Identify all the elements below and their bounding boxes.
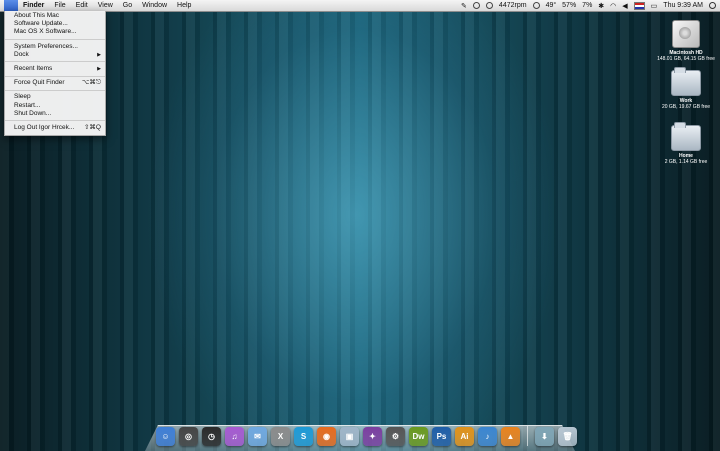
menu-go[interactable]: Go	[118, 0, 137, 11]
menu-item-label: Mac OS X Software...	[14, 28, 77, 36]
menu-item-label: Dock	[14, 50, 29, 58]
desktop-icon-work[interactable]: Work 20 GB, 19.67 GB free	[656, 67, 716, 110]
menu-help[interactable]: Help	[172, 0, 196, 11]
clock[interactable]: Thu 9:39 AM	[663, 2, 703, 9]
dreamweaver-icon[interactable]: Dw	[409, 427, 428, 446]
hard-drive-icon	[672, 20, 700, 48]
menu-item-label: Log Out Igor Hrcek...	[14, 123, 75, 131]
menu-item-recent-items[interactable]: Recent Items ▶	[5, 65, 105, 73]
cube-icon[interactable]: ▣	[340, 427, 359, 446]
menu-item-about-this-mac[interactable]: About This Mac	[5, 12, 105, 20]
downloads-stack-icon[interactable]: ⬇	[535, 427, 554, 446]
clock-icon[interactable]: ◷	[202, 427, 221, 446]
menu-item-log-out-igor-hrcek[interactable]: Log Out Igor Hrcek... ⇧⌘Q	[5, 124, 105, 132]
folder-icon	[671, 122, 701, 151]
firefox-icon[interactable]: ◉	[317, 427, 336, 446]
menu-item-restart[interactable]: Restart...	[5, 102, 105, 110]
x-icon[interactable]: X	[271, 427, 290, 446]
clock-status-icon[interactable]	[485, 2, 493, 9]
flag-icon[interactable]	[633, 1, 645, 10]
menu-window[interactable]: Window	[137, 0, 172, 11]
menu-bar: Finder File Edit View Go Window Help ✎ 4472rpm…	[0, 0, 720, 12]
pen-icon[interactable]: ✎	[461, 2, 467, 10]
music-icon[interactable]: ♫	[225, 427, 244, 446]
menu-item-label: Sleep	[14, 93, 31, 101]
folder-icon	[671, 67, 701, 96]
apple-menu-dropdown: About This Mac Software Update... Mac OS X…	[4, 11, 106, 137]
menu-item-mac-os-x-software[interactable]: Mac OS X Software...	[5, 28, 105, 36]
bluetooth-icon[interactable]: ✱	[598, 2, 604, 10]
submenu-arrow-icon: ▶	[97, 65, 101, 72]
shortcut-label: ⌥⌘⎋	[81, 79, 101, 87]
menu-item-label: Force Quit Finder	[14, 79, 65, 87]
menu-separator	[5, 61, 105, 63]
apple-menu-icon[interactable]	[4, 0, 18, 11]
purple-app-icon[interactable]: ✦	[363, 427, 382, 446]
menu-item-software-update[interactable]: Software Update...	[5, 20, 105, 28]
menu-file[interactable]: File	[49, 0, 70, 11]
finder-icon[interactable]: ☺	[156, 427, 175, 446]
skype-icon[interactable]: S	[294, 427, 313, 446]
menu-item-label: About This Mac	[14, 12, 60, 19]
menu-item-dock[interactable]: Dock ▶	[5, 51, 105, 59]
activity-icon[interactable]	[472, 2, 480, 9]
desktop-icon-info: 148.01 GB, 64.15 GB free	[657, 56, 715, 62]
menu-separator	[5, 89, 105, 91]
menu-item-shut-down[interactable]: Shut Down...	[5, 110, 105, 118]
illustrator-icon[interactable]: Ai	[455, 427, 474, 446]
desktop-icon-macintosh-hd[interactable]: Macintosh HD 148.01 GB, 64.15 GB free	[656, 20, 716, 62]
photoshop-icon[interactable]: Ps	[432, 427, 451, 446]
menu-separator	[5, 120, 105, 122]
menu-view[interactable]: View	[93, 0, 118, 11]
temperature[interactable]: 49°	[546, 2, 557, 9]
menu-item-force-quit-finder[interactable]: Force Quit Finder ⌥⌘⎋	[5, 79, 105, 87]
menu-item-sleep[interactable]: Sleep	[5, 93, 105, 101]
menu-items: Finder File Edit View Go Window Help	[18, 0, 196, 11]
menu-separator	[5, 75, 105, 77]
blue-app-icon[interactable]: ♪	[478, 427, 497, 446]
shortcut-label: ⇧⌘Q	[83, 123, 101, 131]
status-area: ✎ 4472rpm 49° 57% 7% ✱ ◠ ◀ ▭ Thu 9:39 AM	[461, 0, 716, 11]
desktop-icon-info: 20 GB, 19.67 GB free	[661, 104, 711, 110]
trash-icon[interactable]: 🗑	[558, 427, 577, 446]
dock: ☺ ◎ ◷ ♫ ✉ X S ◉ ▣ ✦ ⚙ Dw Ps Ai ♪ ▲ ⬇ 🗑	[156, 422, 577, 446]
cpu-percent[interactable]: 7%	[582, 2, 592, 9]
mail-icon[interactable]: ✉	[248, 427, 267, 446]
menu-item-label: Software Update...	[14, 20, 68, 28]
fan-speed[interactable]: 4472rpm	[499, 2, 527, 9]
menu-item-label: System Preferences...	[14, 42, 78, 50]
gauge-icon[interactable]	[532, 2, 540, 9]
menu-separator	[5, 39, 105, 41]
battery-percent[interactable]: 57%	[562, 2, 576, 9]
menu-item-label: Restart...	[14, 101, 41, 109]
dashboard-icon[interactable]: ◎	[179, 427, 198, 446]
dock-separator	[527, 426, 528, 446]
submenu-arrow-icon: ▶	[97, 51, 101, 58]
gear-icon[interactable]: ⚙	[386, 427, 405, 446]
battery-icon[interactable]: ▭	[651, 2, 658, 10]
menu-item-label: Recent Items	[14, 64, 53, 72]
spotlight-search-icon[interactable]	[709, 2, 716, 9]
menu-edit[interactable]: Edit	[71, 0, 93, 11]
volume-icon[interactable]: ◀	[622, 2, 627, 10]
wifi-icon[interactable]: ◠	[610, 2, 616, 10]
vlc-icon[interactable]: ▲	[501, 427, 520, 446]
desktop-icon-info: 2 GB, 1.14 GB free	[664, 159, 708, 165]
desktop-icon-home[interactable]: Home 2 GB, 1.14 GB free	[656, 122, 716, 165]
menu-finder[interactable]: Finder	[18, 0, 49, 11]
menu-item-label: Shut Down...	[14, 109, 52, 117]
menu-item-system-preferences[interactable]: System Preferences...	[5, 43, 105, 51]
